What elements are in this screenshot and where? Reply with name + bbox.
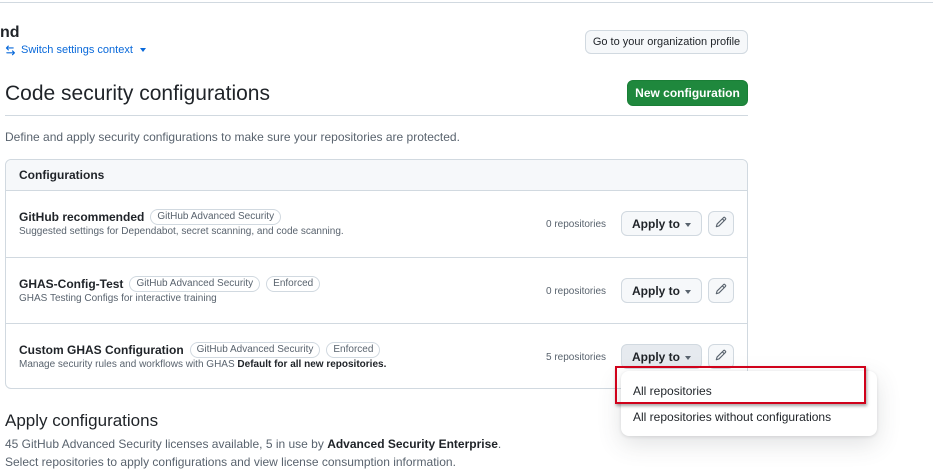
config-description: GHAS Testing Configs for interactive tra…	[19, 293, 217, 304]
license-info-prefix: 45 GitHub Advanced Security licenses ava…	[5, 437, 328, 451]
title-divider	[5, 115, 748, 116]
highlight-box	[615, 366, 866, 404]
config-description-text: GHAS Testing Configs for interactive tra…	[19, 293, 217, 304]
apply-to-button[interactable]: Apply to	[621, 278, 702, 303]
apply-to-label: Apply to	[632, 283, 680, 298]
repository-count: 0 repositories	[546, 219, 607, 230]
triangle-down-icon	[139, 48, 146, 52]
menu-item-all-repositories-without-configurations[interactable]: All repositories without configurations	[633, 410, 831, 424]
select-repositories-hint: Select repositories to apply configurati…	[5, 455, 456, 469]
apply-configurations-heading: Apply configurations	[5, 411, 159, 430]
triangle-down-icon	[685, 356, 691, 360]
enforced-badge: Enforced	[266, 276, 321, 292]
ghas-badge: GitHub Advanced Security	[150, 209, 282, 225]
ghas-badge: GitHub Advanced Security	[189, 342, 321, 358]
enterprise-name: Advanced Security Enterprise	[327, 437, 498, 451]
config-description-text: Suggested settings for Dependabot, secre…	[19, 226, 344, 237]
ghas-badge: GitHub Advanced Security	[129, 276, 261, 292]
configurations-heading: Configurations	[6, 160, 747, 191]
config-title[interactable]: Custom GHAS Configuration	[19, 343, 184, 357]
edit-configuration-button[interactable]	[708, 211, 734, 236]
switch-context-label: Switch settings context	[21, 44, 133, 56]
apply-to-label: Apply to	[632, 349, 680, 364]
enforced-badge: Enforced	[326, 342, 381, 358]
default-note: Default for all new repositories.	[237, 359, 387, 370]
arrow-switch-icon	[4, 44, 16, 56]
pencil-icon	[715, 348, 727, 366]
new-configuration-button[interactable]: New configuration	[627, 80, 748, 106]
triangle-down-icon	[685, 223, 691, 227]
license-info: 45 GitHub Advanced Security licenses ava…	[5, 437, 501, 451]
page-description: Define and apply security configurations…	[5, 130, 460, 144]
config-description-text: Manage security rules and workflows with…	[19, 359, 235, 370]
configurations-panel: Configurations GitHub recommended GitHub…	[5, 159, 748, 389]
go-to-org-profile-button[interactable]: Go to your organization profile	[585, 30, 748, 54]
org-name: nd	[0, 24, 20, 41]
apply-to-button[interactable]: Apply to	[621, 211, 702, 236]
config-name-group: GitHub recommended GitHub Advanced Secur…	[19, 209, 282, 225]
edit-configuration-button[interactable]	[708, 278, 734, 303]
pencil-icon	[715, 282, 727, 300]
config-row-github-recommended: GitHub recommended GitHub Advanced Secur…	[6, 191, 747, 257]
config-description: Suggested settings for Dependabot, secre…	[19, 226, 344, 237]
config-title[interactable]: GHAS-Config-Test	[19, 277, 123, 291]
license-info-suffix: .	[497, 437, 502, 451]
config-row-ghas-config-test: GHAS-Config-Test GitHub Advanced Securit…	[6, 257, 747, 323]
config-name-group: Custom GHAS Configuration GitHub Advance…	[19, 342, 381, 358]
top-border	[0, 2, 933, 3]
triangle-down-icon	[685, 290, 691, 294]
page-title: Code security configurations	[5, 82, 270, 105]
repository-count: 0 repositories	[546, 286, 607, 297]
pencil-icon	[715, 215, 727, 233]
switch-context-link[interactable]: Switch settings context	[4, 44, 146, 56]
repository-count: 5 repositories	[546, 352, 607, 363]
config-title[interactable]: GitHub recommended	[19, 210, 144, 224]
config-description: Manage security rules and workflows with…	[19, 359, 386, 370]
apply-to-label: Apply to	[632, 216, 680, 231]
config-name-group: GHAS-Config-Test GitHub Advanced Securit…	[19, 276, 321, 292]
